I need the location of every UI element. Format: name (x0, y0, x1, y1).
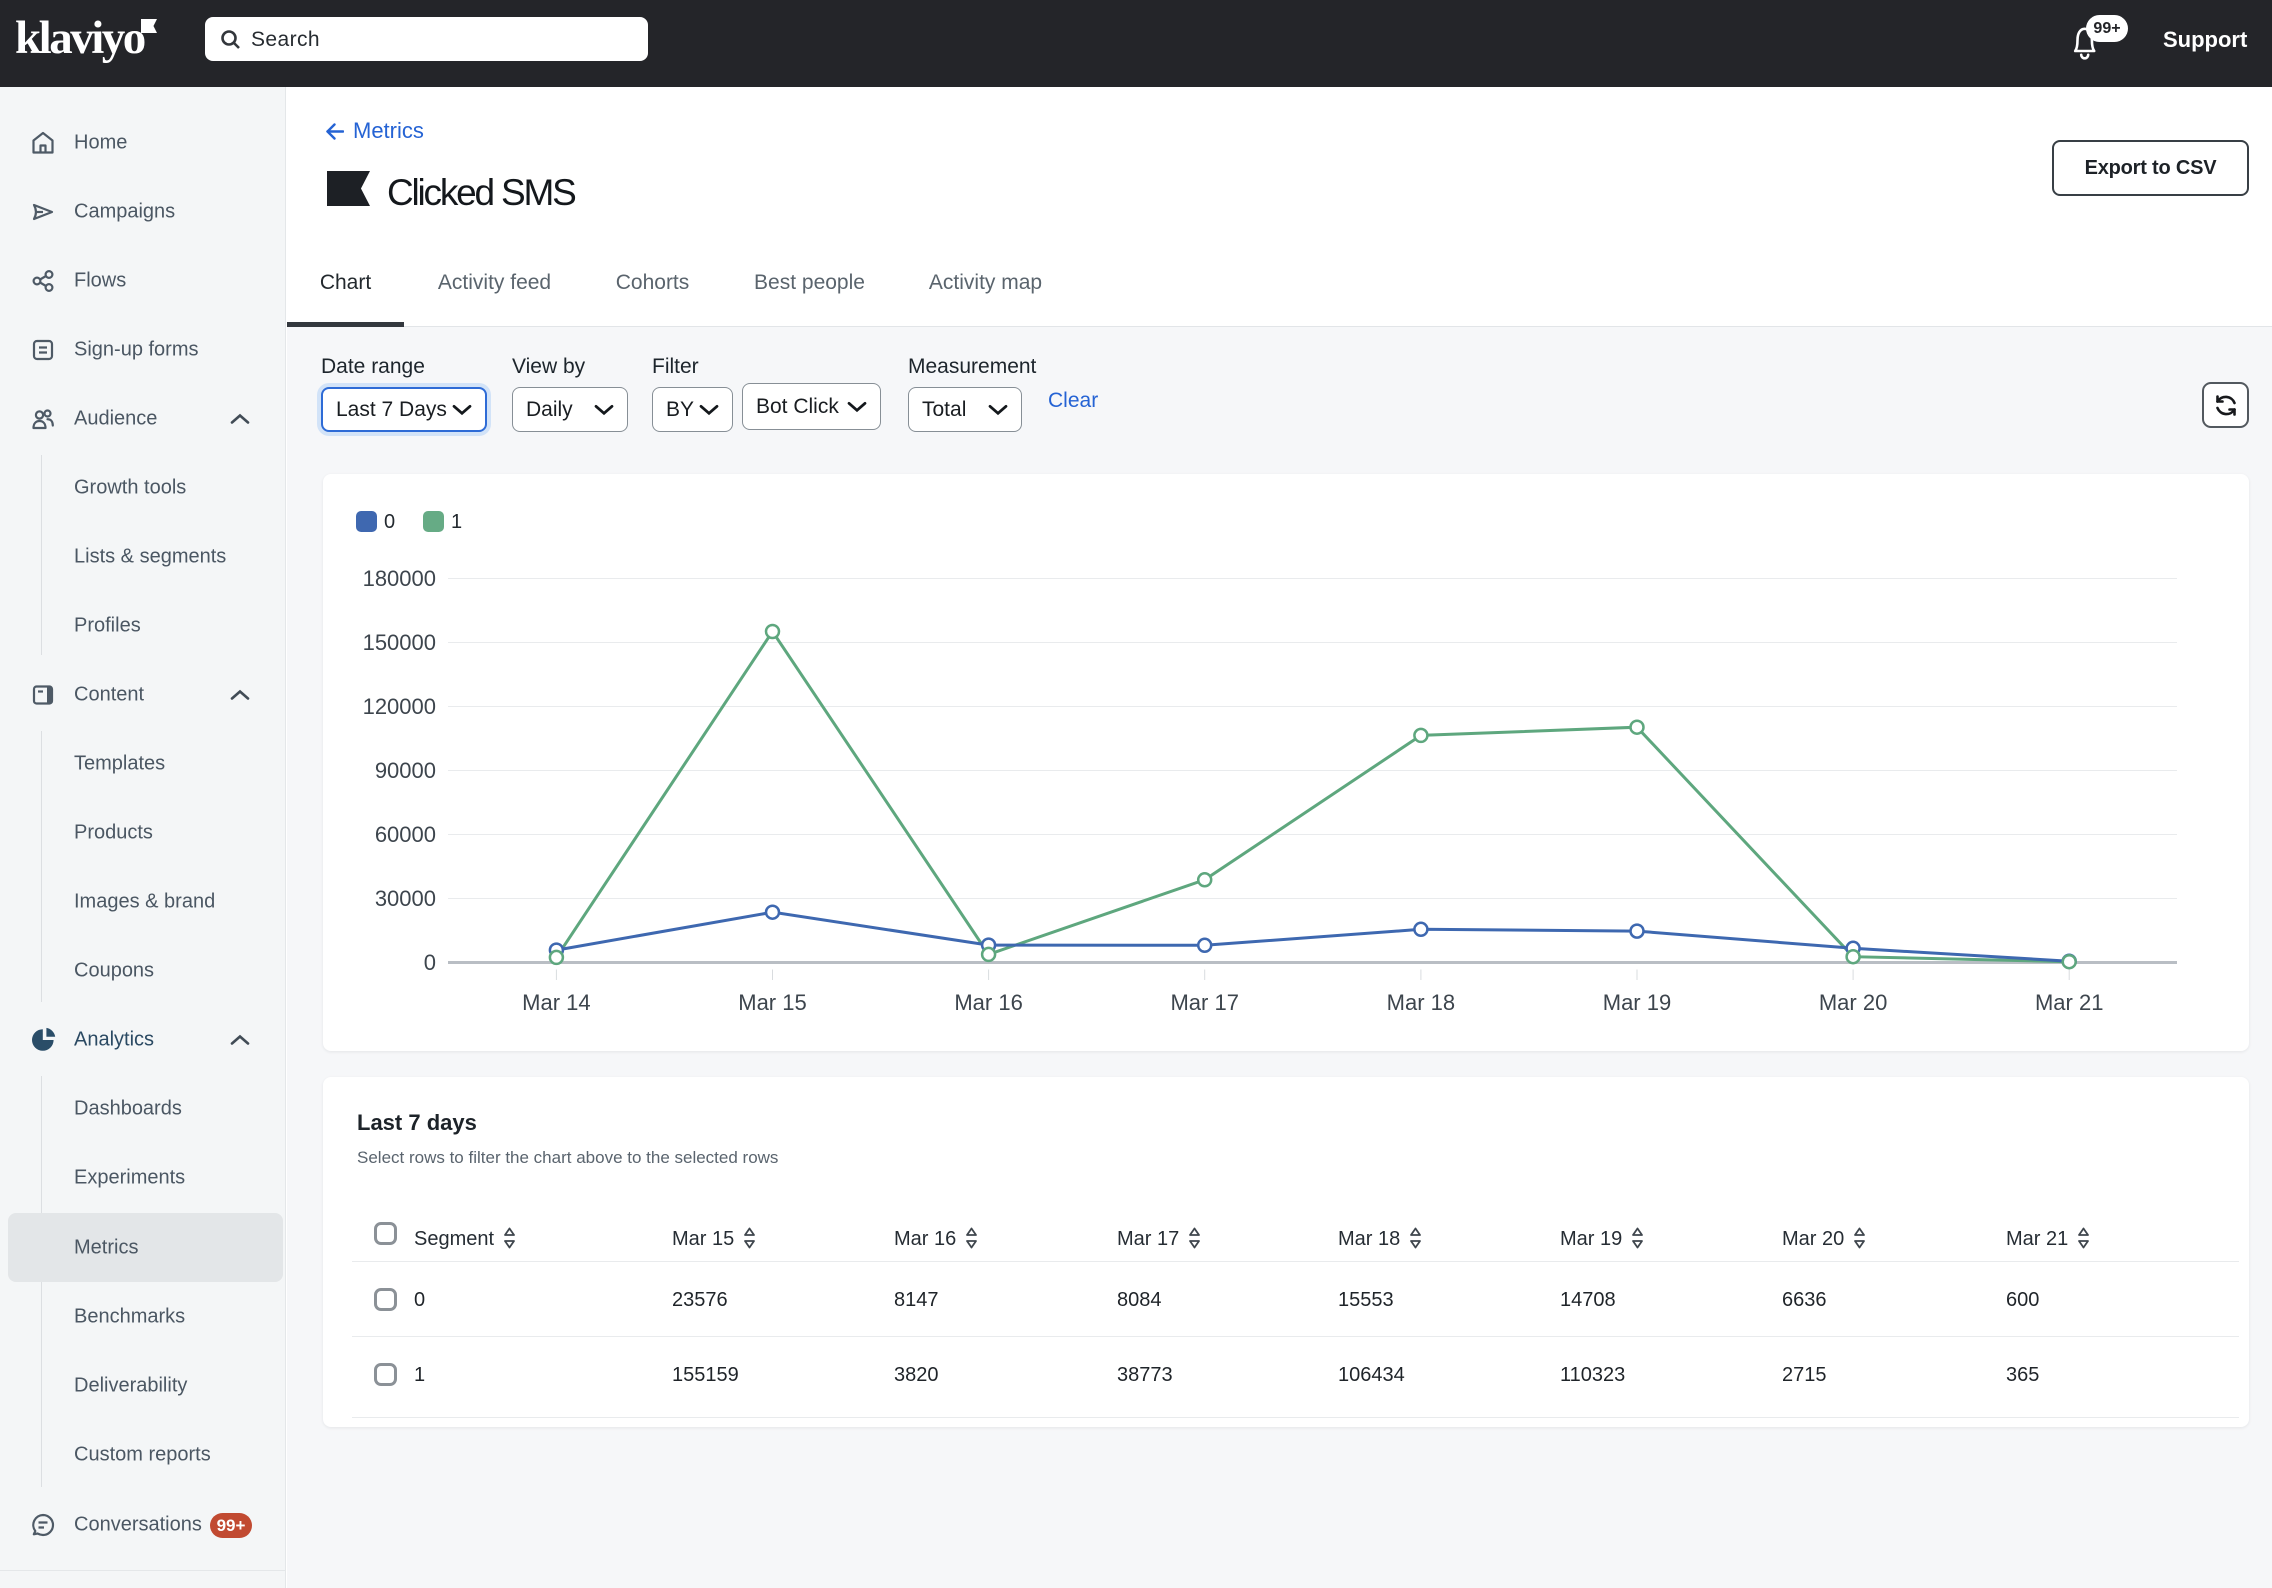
svg-text:Mar 20: Mar 20 (1819, 990, 1887, 1015)
svg-text:Mar 17: Mar 17 (1170, 990, 1238, 1015)
svg-text:180000: 180000 (363, 566, 436, 591)
svg-text:90000: 90000 (375, 758, 436, 783)
svg-text:Mar 15: Mar 15 (738, 990, 806, 1015)
svg-text:Mar 21: Mar 21 (2035, 990, 2103, 1015)
svg-text:150000: 150000 (363, 630, 436, 655)
svg-text:0: 0 (424, 950, 436, 975)
svg-text:30000: 30000 (375, 886, 436, 911)
svg-text:Mar 14: Mar 14 (522, 990, 590, 1015)
svg-text:Mar 19: Mar 19 (1603, 990, 1671, 1015)
svg-text:60000: 60000 (375, 822, 436, 847)
svg-text:Mar 18: Mar 18 (1387, 990, 1455, 1015)
svg-text:Mar 16: Mar 16 (954, 990, 1022, 1015)
svg-text:120000: 120000 (363, 694, 436, 719)
